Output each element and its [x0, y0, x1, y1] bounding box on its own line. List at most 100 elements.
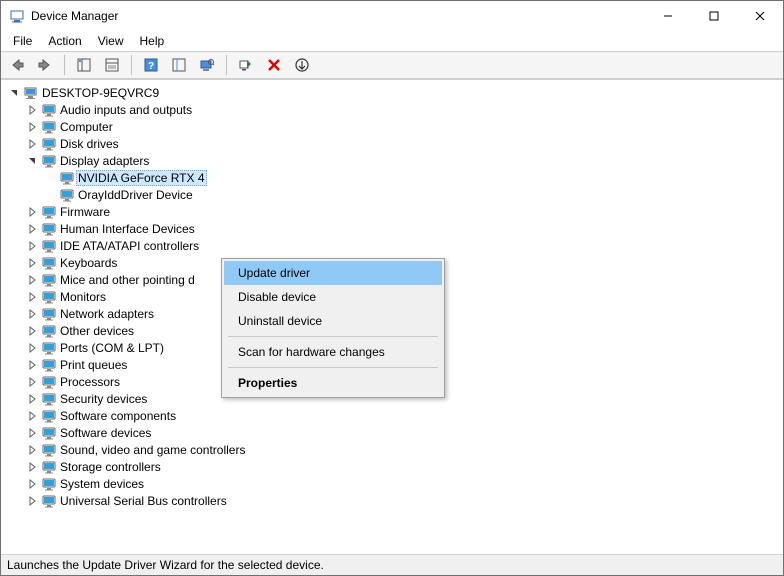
device-icon	[41, 374, 57, 390]
tree-category[interactable]: Human Interface Devices	[7, 220, 783, 237]
tree-item-label: Universal Serial Bus controllers	[60, 494, 227, 508]
device-icon	[41, 272, 57, 288]
tree-category[interactable]: Disk drives	[7, 135, 783, 152]
device-icon	[41, 340, 57, 356]
device-icon	[41, 442, 57, 458]
expander-closed-icon[interactable]	[25, 307, 39, 321]
tree-category[interactable]: Computer	[7, 118, 783, 135]
tree-item-label: Software components	[60, 409, 176, 423]
tree-item-label: DESKTOP-9EQVRC9	[42, 86, 159, 100]
status-bar: Launches the Update Driver Wizard for th…	[1, 554, 783, 575]
expander-closed-icon[interactable]	[25, 103, 39, 117]
expander-closed-icon[interactable]	[25, 477, 39, 491]
device-icon	[41, 306, 57, 322]
tree-category[interactable]: Display adapters	[7, 152, 783, 169]
tree-category[interactable]: Software components	[7, 407, 783, 424]
expander-closed-icon[interactable]	[25, 256, 39, 270]
tree-category[interactable]: Software devices	[7, 424, 783, 441]
device-icon	[23, 85, 39, 101]
tree-item-label: System devices	[60, 477, 144, 491]
device-icon	[41, 255, 57, 271]
tree-item-label: Mice and other pointing d	[60, 273, 195, 287]
expander-closed-icon[interactable]	[25, 375, 39, 389]
expander-closed-icon[interactable]	[25, 392, 39, 406]
enable-device-button[interactable]	[234, 53, 258, 77]
action-button[interactable]	[167, 53, 191, 77]
context-menu-separator	[228, 336, 438, 337]
update-driver-button[interactable]	[290, 53, 314, 77]
expander-closed-icon[interactable]	[25, 239, 39, 253]
menu-help[interactable]: Help	[132, 32, 173, 50]
tree-category[interactable]: Sound, video and game controllers	[7, 441, 783, 458]
device-icon	[41, 153, 57, 169]
expander-none	[43, 188, 57, 202]
device-icon	[41, 221, 57, 237]
tree-category[interactable]: Audio inputs and outputs	[7, 101, 783, 118]
tree-device[interactable]: OrayIddDriver Device	[7, 186, 783, 203]
context-menu-item[interactable]: Disable device	[224, 285, 442, 309]
app-icon	[9, 8, 25, 24]
expander-closed-icon[interactable]	[25, 494, 39, 508]
expander-closed-icon[interactable]	[25, 205, 39, 219]
show-hide-console-tree-button[interactable]	[72, 53, 96, 77]
tree-category[interactable]: IDE ATA/ATAPI controllers	[7, 237, 783, 254]
tree-item-label: Security devices	[60, 392, 147, 406]
close-button[interactable]	[737, 1, 783, 31]
help-button[interactable]: ?	[139, 53, 163, 77]
context-menu-separator	[228, 367, 438, 368]
expander-closed-icon[interactable]	[25, 120, 39, 134]
tree-item-label: Human Interface Devices	[60, 222, 195, 236]
expander-closed-icon[interactable]	[25, 341, 39, 355]
expander-closed-icon[interactable]	[25, 273, 39, 287]
tree-item-label: NVIDIA GeForce RTX 4	[76, 170, 207, 186]
tree-item-label: Processors	[60, 375, 120, 389]
menu-file[interactable]: File	[5, 32, 40, 50]
toolbar-separator	[64, 55, 65, 75]
menu-view[interactable]: View	[90, 32, 132, 50]
context-menu-item[interactable]: Scan for hardware changes	[224, 340, 442, 364]
expander-closed-icon[interactable]	[25, 137, 39, 151]
menu-action[interactable]: Action	[40, 32, 89, 50]
device-icon	[41, 408, 57, 424]
tree-item-label: Storage controllers	[60, 460, 161, 474]
back-button[interactable]	[5, 53, 29, 77]
device-icon	[59, 187, 75, 203]
device-icon	[41, 102, 57, 118]
tree-category[interactable]: Firmware	[7, 203, 783, 220]
context-menu-item[interactable]: Update driver	[224, 261, 442, 285]
tree-item-label: Display adapters	[60, 154, 149, 168]
tree-device[interactable]: NVIDIA GeForce RTX 4	[7, 169, 783, 186]
properties-button[interactable]	[100, 53, 124, 77]
window-title: Device Manager	[31, 9, 645, 23]
uninstall-device-button[interactable]	[262, 53, 286, 77]
expander-closed-icon[interactable]	[25, 460, 39, 474]
forward-button[interactable]	[33, 53, 57, 77]
expander-closed-icon[interactable]	[25, 443, 39, 457]
expander-open-icon[interactable]	[7, 86, 21, 100]
expander-closed-icon[interactable]	[25, 426, 39, 440]
expander-closed-icon[interactable]	[25, 358, 39, 372]
expander-closed-icon[interactable]	[25, 290, 39, 304]
minimize-button[interactable]	[645, 1, 691, 31]
expander-closed-icon[interactable]	[25, 222, 39, 236]
device-manager-window: Device Manager File Action View Help	[0, 0, 784, 576]
device-tree-pane[interactable]: DESKTOP-9EQVRC9Audio inputs and outputsC…	[1, 79, 783, 554]
device-icon	[41, 357, 57, 373]
expander-closed-icon[interactable]	[25, 324, 39, 338]
scan-hardware-button[interactable]	[195, 53, 219, 77]
expander-closed-icon[interactable]	[25, 409, 39, 423]
device-icon	[41, 119, 57, 135]
maximize-button[interactable]	[691, 1, 737, 31]
toolbar: ?	[1, 51, 783, 79]
context-menu-item[interactable]: Properties	[224, 371, 442, 395]
tree-root[interactable]: DESKTOP-9EQVRC9	[7, 84, 783, 101]
tree-item-label: Keyboards	[60, 256, 117, 270]
tree-category[interactable]: System devices	[7, 475, 783, 492]
titlebar: Device Manager	[1, 1, 783, 31]
menubar: File Action View Help	[1, 31, 783, 51]
tree-category[interactable]: Storage controllers	[7, 458, 783, 475]
expander-open-icon[interactable]	[25, 154, 39, 168]
context-menu-item[interactable]: Uninstall device	[224, 309, 442, 333]
tree-category[interactable]: Universal Serial Bus controllers	[7, 492, 783, 509]
device-icon	[41, 476, 57, 492]
